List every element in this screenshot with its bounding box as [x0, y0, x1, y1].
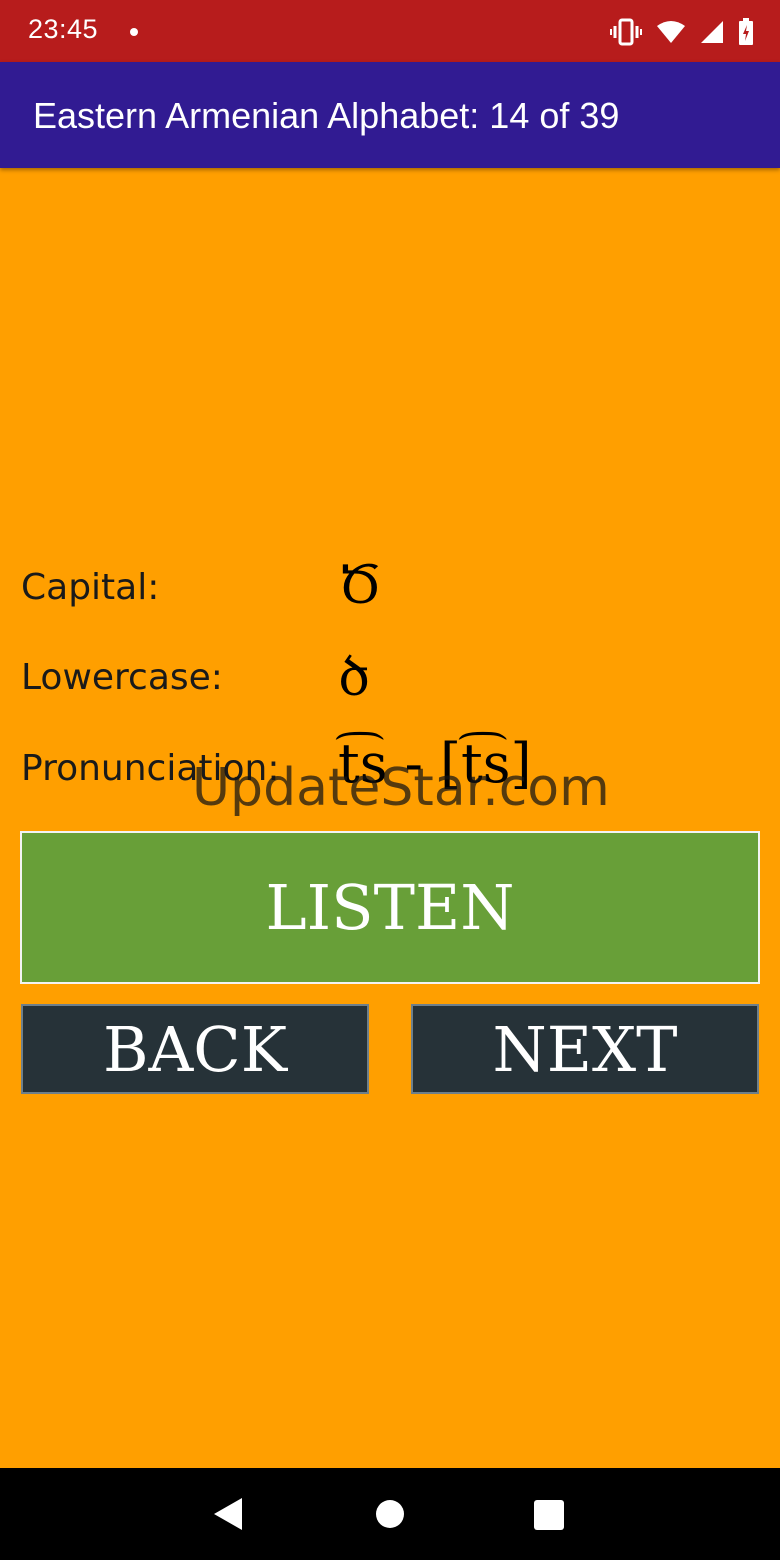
- battery-icon: [738, 18, 754, 46]
- page-title: Eastern Armenian Alphabet: 14 of 39: [33, 95, 620, 136]
- lowercase-label: Lowercase:: [21, 657, 223, 698]
- back-triangle-icon[interactable]: [214, 1498, 242, 1530]
- capital-letter: Ծ: [338, 556, 382, 616]
- capital-label: Capital:: [21, 567, 160, 608]
- status-bar: 23:45: [0, 0, 780, 62]
- status-icons: [610, 16, 754, 48]
- listen-button[interactable]: LISTEN: [20, 831, 760, 984]
- system-navigation-bar: [0, 1468, 780, 1560]
- status-time: 23:45: [28, 14, 99, 44]
- vibrate-icon: [610, 18, 642, 46]
- signal-icon: [700, 20, 724, 44]
- lowercase-letter: ծ: [338, 648, 370, 708]
- recents-square-icon[interactable]: [534, 1500, 564, 1530]
- watermark: UpdateStar.com: [192, 758, 610, 818]
- home-circle-icon[interactable]: [376, 1500, 404, 1528]
- app-bar: Eastern Armenian Alphabet: 14 of 39: [0, 62, 780, 168]
- back-button[interactable]: BACK: [21, 1004, 369, 1094]
- notification-dot-icon: [130, 28, 138, 36]
- next-button[interactable]: NEXT: [411, 1004, 759, 1094]
- wifi-icon: [656, 20, 686, 44]
